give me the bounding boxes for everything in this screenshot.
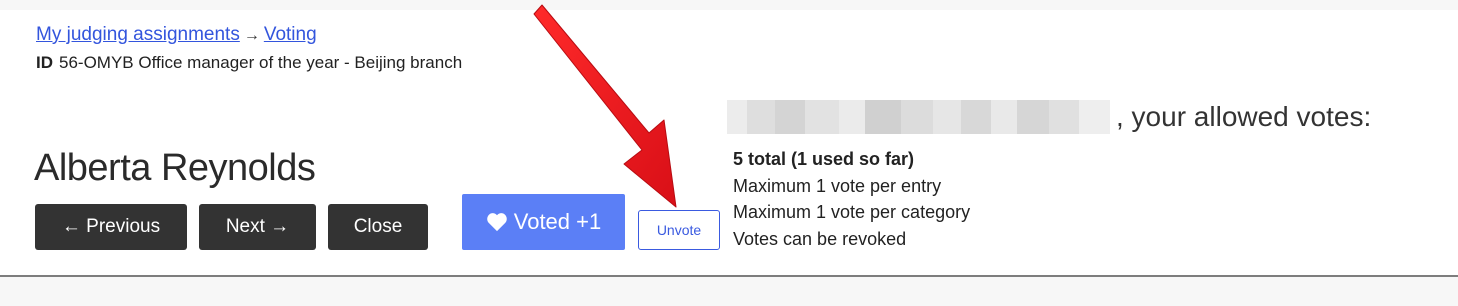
entry-title: Alberta Reynolds [34, 147, 316, 189]
bottom-area [0, 277, 1458, 306]
allowed-votes-heading: , your allowed votes: [727, 100, 1371, 134]
entry-id-label: ID [36, 53, 53, 72]
breadcrumb: My judging assignments → Voting [36, 24, 317, 47]
entry-id-line: ID 56-OMYB Office manager of the year - B… [36, 52, 462, 74]
breadcrumb-separator: → [243, 27, 260, 44]
top-strip [0, 0, 1458, 10]
vote-rule-revocable: Votes can be revoked [733, 228, 907, 249]
close-button[interactable]: Close [328, 204, 428, 250]
next-button[interactable]: Next → [199, 204, 316, 250]
vote-rule-per-entry: Maximum 1 vote per entry [733, 175, 942, 196]
vote-rule-per-category: Maximum 1 vote per category [733, 202, 971, 222]
voted-label: Voted +1 [513, 209, 602, 234]
breadcrumb-link-voting[interactable]: Voting [264, 24, 317, 45]
vote-rules-list: 5 total (1 used so far) Maximum 1 vote p… [733, 146, 970, 252]
breadcrumb-link-judging-assignments[interactable]: My judging assignments [36, 24, 240, 45]
entry-id-text: 56-OMYB Office manager of the year - Bei… [59, 53, 463, 72]
allowed-votes-title: , your allowed votes: [1116, 101, 1372, 132]
vote-rule-total: 5 total (1 used so far) [733, 149, 915, 169]
unvote-button[interactable]: Unvote [638, 210, 720, 250]
heart-icon [486, 212, 508, 232]
redacted-user-name [727, 100, 1110, 134]
voted-button[interactable]: Voted +1 [462, 194, 625, 250]
previous-button[interactable]: ← Previous [35, 204, 187, 250]
